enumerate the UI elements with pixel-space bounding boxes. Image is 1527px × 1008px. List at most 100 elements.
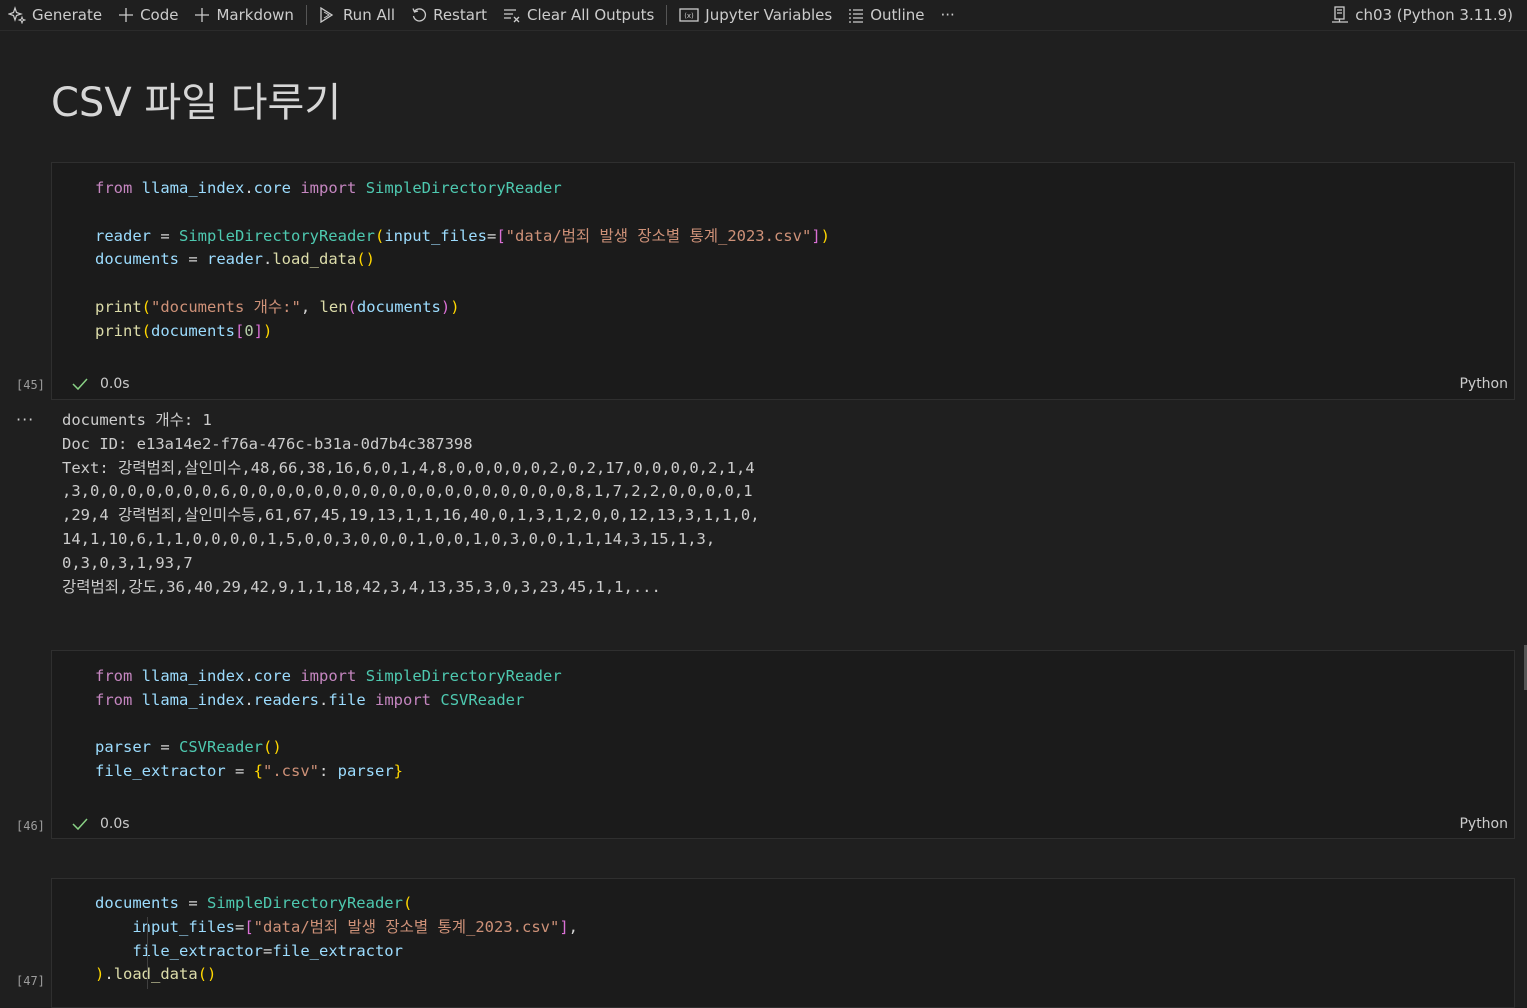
run-all-label: Run All <box>342 6 396 24</box>
code-token: from <box>95 179 133 197</box>
code-cell[interactable]: documents = SimpleDirectoryReader( input… <box>51 878 1515 1008</box>
code-label: Code <box>140 6 179 24</box>
code-line: file_extractor = {".csv": parser} <box>95 762 404 781</box>
plus-icon <box>195 8 210 22</box>
execution-count: [46] <box>16 819 45 833</box>
markdown-label: Markdown <box>216 6 294 24</box>
clear-outputs-label: Clear All Outputs <box>527 6 655 24</box>
add-code-button[interactable]: Code <box>110 0 186 30</box>
code-token: "data/범죄 발생 장소별 통계_2023.csv" <box>505 226 812 245</box>
more-icon: ··· <box>940 6 955 24</box>
code-token: file_extractor <box>272 941 403 960</box>
code-token: llama_index <box>141 690 245 709</box>
code-token: from <box>95 667 133 685</box>
kernel-picker[interactable]: ch03 (Python 3.11.9) <box>1323 0 1521 30</box>
code-line: print("documents 개수:", len(documents)) <box>95 297 460 316</box>
code-token: print <box>95 297 142 316</box>
code-token: load_data <box>272 250 357 269</box>
code-token: parser <box>337 762 394 781</box>
code-token: SimpleDirectoryReader <box>365 667 562 685</box>
code-token: SimpleDirectoryReader <box>365 179 562 197</box>
code-token: documents <box>356 297 441 316</box>
variables-icon: (x) <box>679 8 699 22</box>
jupyter-variables-button[interactable]: (x) Jupyter Variables <box>671 0 840 30</box>
outline-label: Outline <box>870 6 925 24</box>
plus-icon <box>119 8 134 22</box>
code-token: documents <box>151 321 236 340</box>
code-token: parser <box>95 738 151 757</box>
outline-list-icon <box>849 9 864 23</box>
sparkle-icon <box>8 6 26 24</box>
output-line: 강력범죄,강도,36,40,29,42,9,1,1,18,42,3,4,13,3… <box>62 577 661 596</box>
code-cell[interactable]: from llama_index.core import SimpleDirec… <box>51 650 1515 839</box>
cell-output: documents 개수: 1 Doc ID: e13a14e2-f76a-476… <box>62 409 1502 599</box>
code-cell[interactable]: from llama_index.core import SimpleDirec… <box>51 162 1515 400</box>
code-token: documents <box>95 894 179 912</box>
kernel-label: ch03 (Python 3.11.9) <box>1355 6 1513 24</box>
code-token: import <box>375 690 432 709</box>
code-token: ".csv" <box>263 762 319 781</box>
code-token: documents <box>95 250 179 269</box>
cell-status-bar: 0.0s Python <box>52 369 1514 399</box>
output-more-icon[interactable]: ··· <box>16 410 34 429</box>
outline-button[interactable]: Outline <box>840 0 932 30</box>
code-editor[interactable]: from llama_index.core import SimpleDirec… <box>52 651 1514 784</box>
output-line: documents 개수: 1 <box>62 411 212 429</box>
code-line: from llama_index.readers.file import CSV… <box>95 690 525 709</box>
indent-guide <box>147 917 148 989</box>
code-line: parser = CSVReader() <box>95 738 282 757</box>
generate-button[interactable]: Generate <box>0 0 110 30</box>
generate-label: Generate <box>32 6 103 24</box>
restart-label: Restart <box>433 6 487 24</box>
code-editor[interactable]: from llama_index.core import SimpleDirec… <box>52 163 1514 344</box>
code-token: reader <box>207 250 263 269</box>
cell-language[interactable]: Python <box>1459 376 1508 392</box>
output-line: 14,1,10,6,1,1,0,0,0,0,1,5,0,0,3,0,0,0,1,… <box>62 529 716 548</box>
run-all-icon <box>320 7 334 23</box>
code-token: file_extractor <box>95 762 226 781</box>
code-token: CSVReader <box>440 690 525 709</box>
code-token: llama_index <box>141 667 245 685</box>
markdown-heading: CSV 파일 다루기 <box>51 80 342 126</box>
code-token: SimpleDirectoryReader <box>179 226 375 245</box>
code-line: documents = SimpleDirectoryReader( <box>95 894 413 912</box>
run-all-button[interactable]: Run All <box>311 0 403 30</box>
code-token: input_files <box>384 226 487 245</box>
code-token: file <box>328 690 366 709</box>
code-token: from <box>95 690 133 709</box>
execution-time: 0.0s <box>100 376 130 392</box>
notebook-toolbar: Generate Code Markdown Run All Restart C… <box>0 0 1527 31</box>
code-token: "documents 개수:" <box>151 297 301 316</box>
code-token: core <box>253 667 291 685</box>
execution-time: 0.0s <box>100 816 130 832</box>
output-line: Doc ID: e13a14e2-f76a-476c-b31a-0d7b4c38… <box>62 434 473 453</box>
code-token: "data/범죄 발생 장소별 통계_2023.csv" <box>253 917 560 936</box>
code-token: import <box>300 179 357 197</box>
clear-all-icon <box>504 9 520 23</box>
restart-button[interactable]: Restart <box>403 0 495 30</box>
restart-icon <box>412 8 427 22</box>
execution-count: [47] <box>16 974 45 988</box>
code-line: print(documents[0]) <box>95 321 273 340</box>
code-token: SimpleDirectoryReader <box>207 894 403 912</box>
code-token: print <box>95 321 142 340</box>
success-check-icon <box>72 818 88 831</box>
code-token: file_extractor <box>132 941 263 960</box>
code-token: readers <box>253 690 319 709</box>
code-token: len <box>319 297 348 316</box>
code-token: load_data <box>113 965 198 984</box>
cell-language[interactable]: Python <box>1459 816 1508 832</box>
code-line: input_files=["data/범죄 발생 장소별 통계_2023.csv… <box>132 917 579 936</box>
add-markdown-button[interactable]: Markdown <box>186 0 301 30</box>
code-token: import <box>300 667 357 685</box>
toolbar-divider <box>305 5 307 25</box>
code-line: from llama_index.core import SimpleDirec… <box>95 179 562 197</box>
code-editor[interactable]: documents = SimpleDirectoryReader( input… <box>52 879 1514 987</box>
code-line: reader = SimpleDirectoryReader(input_fil… <box>95 226 830 245</box>
clear-outputs-button[interactable]: Clear All Outputs <box>495 0 662 30</box>
success-check-icon <box>72 378 88 391</box>
code-line: from llama_index.core import SimpleDirec… <box>95 667 562 685</box>
more-actions-button[interactable]: ··· <box>932 0 962 30</box>
output-line: ,29,4 강력범죄,살인미수등,61,67,45,19,13,1,1,16,4… <box>62 506 760 525</box>
code-token: core <box>253 179 291 197</box>
